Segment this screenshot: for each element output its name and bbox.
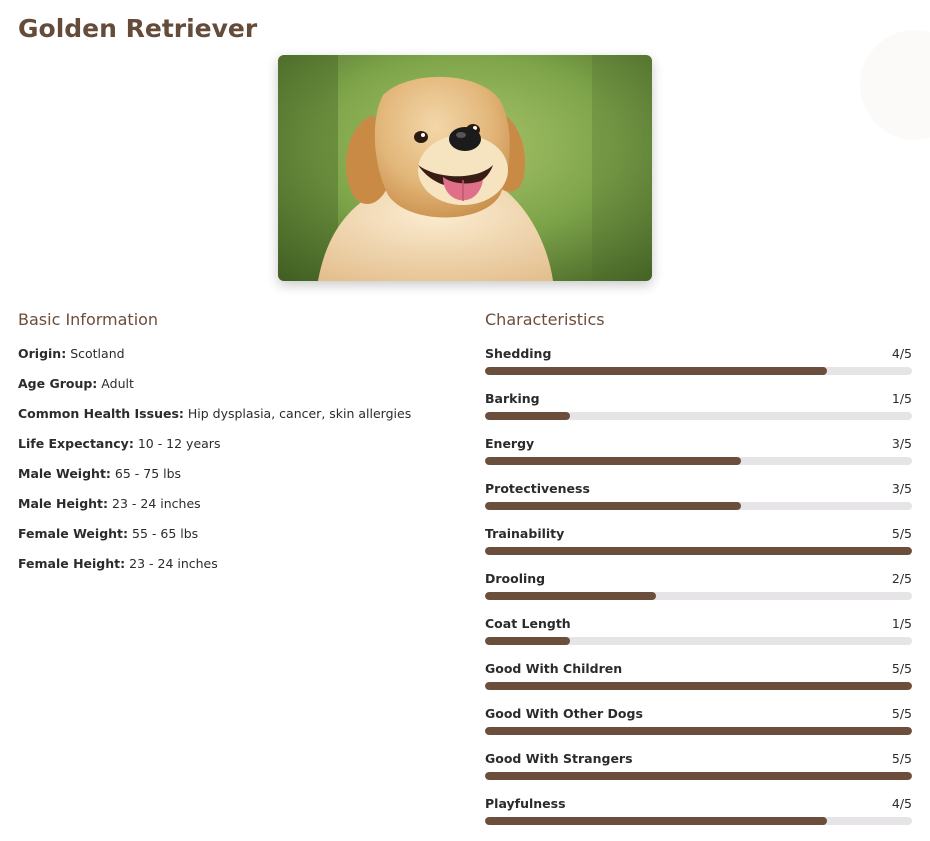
page-title: Golden Retriever (18, 14, 258, 43)
characteristic-name: Good With Other Dogs (485, 706, 643, 721)
characteristic-playfulness: Playfulness 4/5 (485, 796, 912, 841)
rating-bar-fill (485, 727, 912, 735)
characteristic-name: Shedding (485, 346, 552, 361)
info-label: Female Weight: (18, 526, 129, 541)
background-decoration (860, 30, 930, 140)
rating-bar-track (485, 412, 912, 420)
rating-bar-fill (485, 457, 742, 465)
rating-bar-track (485, 637, 912, 645)
characteristic-shedding: Shedding 4/5 (485, 346, 912, 391)
characteristic-coat-length: Coat Length 1/5 (485, 616, 912, 661)
rating-bar-track (485, 547, 912, 555)
rating-bar-fill (485, 502, 742, 510)
characteristics-heading: Characteristics (485, 310, 605, 329)
rating-bar-fill (485, 817, 827, 825)
characteristic-score: 1/5 (891, 391, 912, 406)
characteristic-good-with-children: Good With Children 5/5 (485, 661, 912, 706)
basic-information-list: Origin: Scotland Age Group: Adult Common… (18, 346, 411, 586)
info-value: 10 - 12 years (137, 436, 221, 451)
rating-bar-fill (485, 772, 912, 780)
info-row-age-group: Age Group: Adult (18, 376, 411, 406)
characteristic-name: Trainability (485, 526, 565, 541)
characteristic-protectiveness: Protectiveness 3/5 (485, 481, 912, 526)
rating-bar-track (485, 592, 912, 600)
characteristic-score: 1/5 (891, 616, 912, 631)
characteristic-score: 5/5 (891, 751, 912, 766)
rating-bar-track (485, 727, 912, 735)
characteristic-score: 5/5 (891, 661, 912, 676)
characteristic-name: Energy (485, 436, 535, 451)
rating-bar-fill (485, 547, 912, 555)
characteristic-good-with-other-dogs: Good With Other Dogs 5/5 (485, 706, 912, 751)
characteristic-barking: Barking 1/5 (485, 391, 912, 436)
info-label: Female Height: (18, 556, 126, 571)
info-row-origin: Origin: Scotland (18, 346, 411, 376)
characteristic-score: 3/5 (891, 481, 912, 496)
characteristic-score: 3/5 (891, 436, 912, 451)
characteristic-energy: Energy 3/5 (485, 436, 912, 481)
characteristic-name: Good With Children (485, 661, 623, 676)
info-value: Hip dysplasia, cancer, skin allergies (187, 406, 412, 421)
characteristic-name: Good With Strangers (485, 751, 633, 766)
info-row-male-weight: Male Weight: 65 - 75 lbs (18, 466, 411, 496)
info-row-female-weight: Female Weight: 55 - 65 lbs (18, 526, 411, 556)
info-value: 65 - 75 lbs (114, 466, 182, 481)
rating-bar-track (485, 772, 912, 780)
characteristic-score: 4/5 (891, 796, 912, 811)
basic-information-heading: Basic Information (18, 310, 159, 329)
rating-bar-track (485, 682, 912, 690)
info-label: Life Expectancy: (18, 436, 134, 451)
info-row-health-issues: Common Health Issues: Hip dysplasia, can… (18, 406, 411, 436)
rating-bar-track (485, 457, 912, 465)
characteristic-trainability: Trainability 5/5 (485, 526, 912, 571)
rating-bar-fill (485, 367, 827, 375)
info-row-male-height: Male Height: 23 - 24 inches (18, 496, 411, 526)
rating-bar-fill (485, 412, 571, 420)
info-value: 23 - 24 inches (129, 556, 218, 571)
info-label: Male Height: (18, 496, 109, 511)
info-value: Adult (101, 376, 134, 391)
rating-bar-fill (485, 682, 912, 690)
characteristics-list: Shedding 4/5 Barking 1/5 Energy 3/5 Prot… (485, 346, 912, 841)
info-value: Scotland (70, 346, 125, 361)
rating-bar-track (485, 367, 912, 375)
rating-bar-fill (485, 637, 571, 645)
characteristic-name: Barking (485, 391, 540, 406)
info-label: Origin: (18, 346, 67, 361)
breed-photo (278, 55, 652, 281)
info-label: Age Group: (18, 376, 98, 391)
characteristic-good-with-strangers: Good With Strangers 5/5 (485, 751, 912, 796)
info-label: Male Weight: (18, 466, 111, 481)
characteristic-name: Protectiveness (485, 481, 590, 496)
dog-photo-illustration (278, 55, 652, 281)
info-value: 55 - 65 lbs (132, 526, 199, 541)
rating-bar-track (485, 817, 912, 825)
characteristic-name: Playfulness (485, 796, 566, 811)
info-label: Common Health Issues: (18, 406, 184, 421)
characteristic-score: 2/5 (891, 571, 912, 586)
characteristic-score: 4/5 (891, 346, 912, 361)
rating-bar-track (485, 502, 912, 510)
characteristic-score: 5/5 (891, 526, 912, 541)
characteristic-name: Drooling (485, 571, 546, 586)
rating-bar-fill (485, 592, 656, 600)
characteristic-name: Coat Length (485, 616, 571, 631)
characteristic-drooling: Drooling 2/5 (485, 571, 912, 616)
characteristic-score: 5/5 (891, 706, 912, 721)
info-row-female-height: Female Height: 23 - 24 inches (18, 556, 411, 586)
info-row-life-expectancy: Life Expectancy: 10 - 12 years (18, 436, 411, 466)
info-value: 23 - 24 inches (112, 496, 201, 511)
